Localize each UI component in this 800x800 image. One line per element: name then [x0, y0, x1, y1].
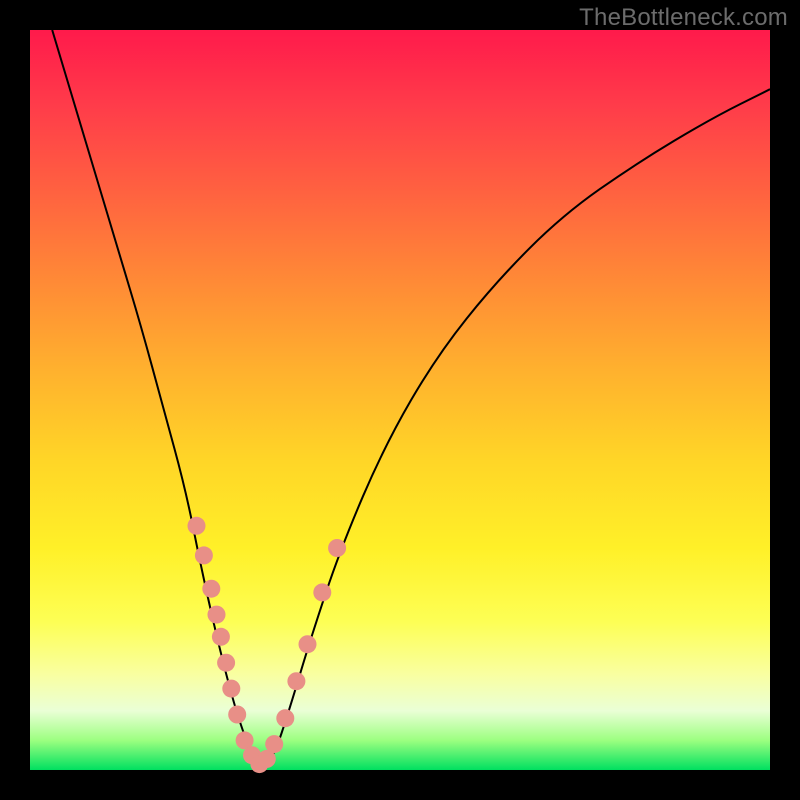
- watermark-text: TheBottleneck.com: [579, 4, 788, 32]
- frame: TheBottleneck.com: [0, 0, 800, 800]
- data-point: [276, 709, 294, 727]
- data-point: [265, 735, 283, 753]
- data-point: [287, 672, 305, 690]
- data-point: [212, 628, 230, 646]
- data-point: [188, 517, 206, 535]
- data-point: [328, 539, 346, 557]
- data-point: [228, 706, 246, 724]
- chart-overlay: [30, 30, 770, 770]
- data-point: [208, 606, 226, 624]
- data-point: [313, 583, 331, 601]
- data-point: [202, 580, 220, 598]
- sample-points: [188, 517, 347, 773]
- data-point: [299, 635, 317, 653]
- data-point: [195, 546, 213, 564]
- bottleneck-curve: [52, 30, 770, 764]
- data-point: [217, 654, 235, 672]
- data-point: [222, 680, 240, 698]
